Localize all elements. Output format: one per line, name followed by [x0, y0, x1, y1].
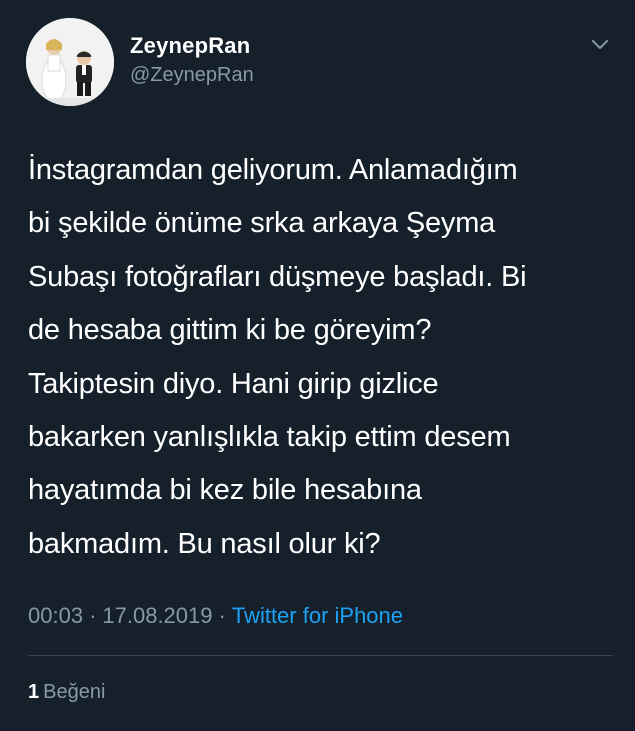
tweet-source-link[interactable]: Twitter for iPhone [232, 603, 403, 628]
tweet-metadata: 00:03 · 17.08.2019 · Twitter for iPhone [28, 600, 403, 632]
divider [28, 655, 613, 656]
meta-separator: · [218, 603, 226, 628]
tweet-header: ZeynepRan @ZeynepRan [26, 18, 616, 108]
tweet-text: İnstagramdan geliyorum. Anlamadığım bi ş… [28, 154, 527, 560]
author-display-name[interactable]: ZeynepRan [130, 32, 254, 60]
meta-separator: · [89, 603, 97, 628]
chevron-down-icon[interactable] [590, 38, 610, 52]
avatar[interactable] [26, 18, 114, 106]
likes-label: Beğeni [43, 681, 106, 703]
likes-stat[interactable]: 1 Beğeni [28, 677, 105, 707]
tweet-date[interactable]: 17.08.2019 [102, 603, 212, 628]
avatar-image [26, 18, 114, 106]
author-username[interactable]: @ZeynepRan [130, 60, 254, 90]
likes-count: 1 [28, 681, 40, 703]
tweet-time[interactable]: 00:03 [28, 603, 83, 628]
tweet-card: ZeynepRan @ZeynepRan İnstagramdan geliyo… [0, 0, 635, 731]
author-names: ZeynepRan @ZeynepRan [130, 32, 254, 90]
